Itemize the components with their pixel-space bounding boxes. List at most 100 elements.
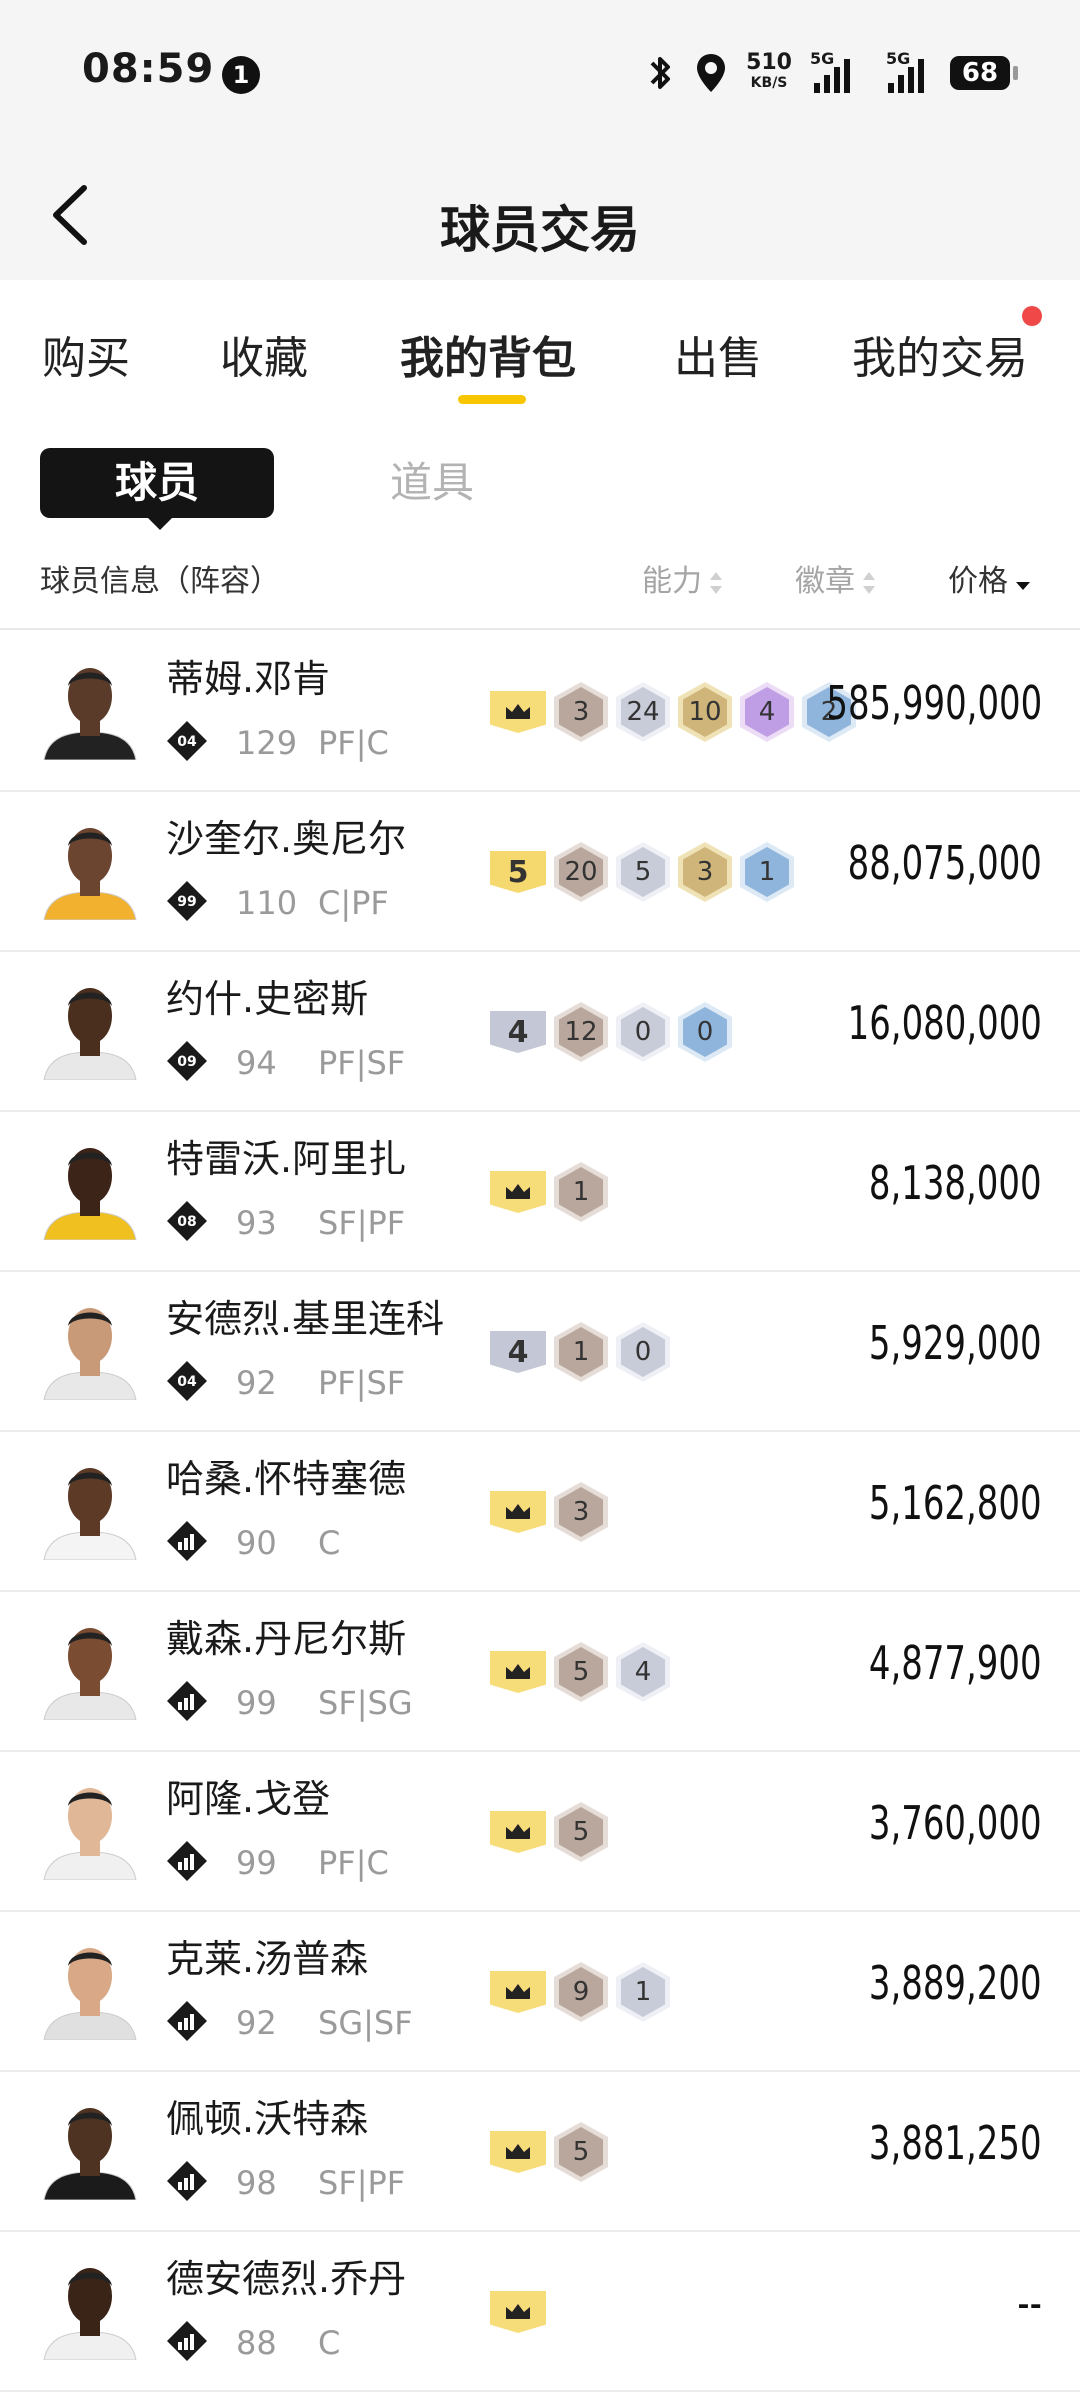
badge-count: 5 (621, 847, 665, 897)
crown-icon (490, 1651, 546, 1693)
signal-label-2: 5G (886, 49, 911, 68)
speed-unit: KB/S (750, 75, 788, 91)
badge-group: 5 (490, 1802, 608, 1862)
tab-my-trades[interactable]: 我的交易 (852, 322, 1028, 386)
tab-bar: 购买 收藏 我的背包 出售 我的交易 (0, 280, 1080, 410)
player-rating: 88 (236, 2324, 277, 2362)
tier-season-icon: 04 (167, 721, 207, 761)
player-row[interactable]: 沙奎尔.奥尼尔 99 110 C|PF 5 20 5 3 1 88,075,000 (0, 790, 1080, 952)
badge-hexagon-bronze: 12 (554, 1002, 608, 1062)
player-position: SF|SG (318, 1684, 413, 1722)
badge-group: 1 (490, 1162, 608, 1222)
badge-hexagon-purple: 4 (740, 682, 794, 742)
badge-hexagon-silver: 5 (616, 842, 670, 902)
player-price: -- (1017, 2276, 1042, 2330)
tab-my-backpack[interactable]: 我的背包 (400, 322, 576, 386)
player-avatar (43, 1468, 137, 1560)
player-name: 克莱.汤普森 (166, 1937, 369, 1981)
column-price-label: 价格 (948, 564, 1008, 599)
badge-hexagon-silver: 1 (616, 1962, 670, 2022)
tab-buy[interactable]: 购买 (42, 322, 130, 386)
player-price: 5,162,800 (869, 1476, 1042, 1530)
badge-count: 3 (683, 847, 727, 897)
column-ability[interactable]: 能力 (642, 556, 724, 600)
player-name: 佩顿.沃特森 (166, 2097, 369, 2141)
badge-hexagon-bronze: 5 (554, 1642, 608, 1702)
player-rating: 99 (236, 1844, 277, 1882)
player-price: 8,138,000 (869, 1156, 1042, 1210)
badge-hexagon-bronze: 9 (554, 1962, 608, 2022)
page-title: 球员交易 (440, 201, 640, 259)
player-position: PF|SF (318, 1364, 406, 1402)
badge-count: 12 (559, 1007, 603, 1057)
player-avatar (43, 2268, 137, 2360)
player-row[interactable]: 蒂姆.邓肯 04 129 PF|C 3 24 10 4 2 585,990,000 (0, 630, 1080, 792)
player-row[interactable]: 哈桑.怀特塞德 90 C 3 5,162,800 (0, 1430, 1080, 1592)
badge-group: 4 12 0 0 (490, 1002, 732, 1062)
player-row[interactable]: 阿隆.戈登 99 PF|C 5 3,760,000 (0, 1750, 1080, 1912)
badge-count: 3 (559, 687, 603, 737)
location-icon (697, 54, 726, 92)
tier-season-icon: 99 (167, 881, 207, 921)
sort-icon (710, 571, 722, 594)
player-rating: 110 (236, 884, 298, 922)
player-avatar (43, 1148, 137, 1240)
network-speed: 510 KB/S (746, 52, 792, 93)
badge-group: 3 24 10 4 2 (490, 682, 856, 742)
player-position: C (318, 2324, 341, 2362)
badge-count: 4 (745, 687, 789, 737)
player-row[interactable]: 约什.史密斯 09 94 PF|SF 4 12 0 0 16,080,000 (0, 950, 1080, 1112)
player-avatar (43, 1628, 137, 1720)
tier-bars-icon (167, 2321, 207, 2361)
badge-count: 10 (683, 687, 727, 737)
signal-strength-icon: 5G (810, 49, 858, 93)
tier-season-icon: 09 (167, 1041, 207, 1081)
player-rating: 92 (236, 1364, 277, 1402)
segment-items[interactable]: 道具 (390, 448, 474, 518)
player-avatar (43, 828, 137, 920)
player-row[interactable]: 安德烈.基里连科 04 92 PF|SF 4 1 0 5,929,000 (0, 1270, 1080, 1432)
player-rating: 94 (236, 1044, 277, 1082)
badge-count: 20 (559, 847, 603, 897)
player-price: 585,990,000 (826, 676, 1042, 730)
player-avatar (43, 1948, 137, 2040)
player-row[interactable]: 特雷沃.阿里扎 08 93 SF|PF 1 8,138,000 (0, 1110, 1080, 1272)
player-rating: 99 (236, 1684, 277, 1722)
segment-players[interactable]: 球员 (40, 448, 274, 530)
badge-count: 9 (559, 1967, 603, 2017)
player-rating: 93 (236, 1204, 277, 1242)
active-tab-indicator (458, 395, 526, 404)
column-price[interactable]: 价格 (948, 556, 1032, 600)
tab-sell[interactable]: 出售 (674, 322, 762, 386)
badge-count: 1 (559, 1167, 603, 1217)
ability-level-badge: 4 (490, 1011, 546, 1053)
player-name: 特雷沃.阿里扎 (166, 1137, 407, 1181)
player-price: 88,075,000 (847, 836, 1042, 890)
badge-hexagon-bronze: 20 (554, 842, 608, 902)
tab-favorites[interactable]: 收藏 (220, 322, 308, 386)
badge-group: 5 (490, 2122, 608, 2182)
player-name: 阿隆.戈登 (166, 1777, 331, 1821)
badge-group: 54 (490, 1642, 670, 1702)
player-row[interactable]: 戴森.丹尼尔斯 99 SF|SG 5 4 4,877,900 (0, 1590, 1080, 1752)
player-row[interactable]: 德安德烈.乔丹 88 C -- (0, 2230, 1080, 2392)
tier-label: 09 (177, 1054, 196, 1070)
badge-hexagon-bronze: 3 (554, 682, 608, 742)
badge-hexagon-bronze: 5 (554, 2122, 608, 2182)
tier-label: 99 (177, 894, 196, 910)
player-price: 3,760,000 (869, 1796, 1042, 1850)
header: 球员交易 (0, 150, 1080, 280)
crown-icon (490, 1491, 546, 1533)
player-position: SF|PF (318, 2164, 406, 2202)
crown-icon (490, 691, 546, 733)
player-row[interactable]: 克莱.汤普森 92 SG|SF 9 1 3,889,200 (0, 1910, 1080, 2072)
badge-count: 1 (559, 1327, 603, 1377)
column-badge[interactable]: 徽章 (795, 556, 877, 600)
player-avatar (43, 988, 137, 1080)
battery-icon: 68 (950, 56, 1018, 90)
badge-count: 24 (621, 687, 665, 737)
player-name: 沙奎尔.奥尼尔 (166, 817, 407, 861)
badge-hexagon-gold: 10 (678, 682, 732, 742)
badge-count: 1 (621, 1967, 665, 2017)
player-row[interactable]: 佩顿.沃特森 98 SF|PF 5 3,881,250 (0, 2070, 1080, 2232)
